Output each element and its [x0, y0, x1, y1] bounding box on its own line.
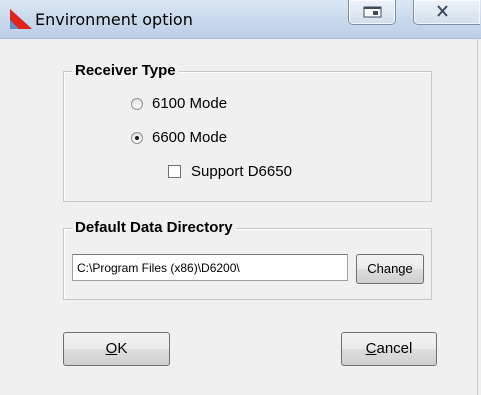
- radio-6100-mode[interactable]: 6100 Mode: [131, 95, 227, 112]
- ok-label-rest: K: [117, 340, 128, 357]
- radio-6100-label: 6100 Mode: [152, 95, 228, 112]
- radio-6600-label: 6600 Mode: [152, 129, 228, 146]
- app-red-triangle-icon: [10, 9, 32, 29]
- restore-icon: [363, 6, 382, 18]
- radio-6600-indicator[interactable]: [131, 131, 143, 144]
- support-d6650-checkbox-row[interactable]: Support D6650: [168, 163, 292, 180]
- data-directory-path-input[interactable]: [72, 254, 348, 281]
- support-d6650-label: Support D6650: [191, 163, 292, 180]
- radio-6600-mode[interactable]: 6600 Mode: [131, 129, 227, 146]
- support-d6650-checkbox[interactable]: [168, 165, 181, 178]
- close-button[interactable]: [413, 0, 480, 25]
- restore-button[interactable]: [348, 0, 396, 25]
- window-title: Environment option: [35, 10, 193, 29]
- change-button[interactable]: Change: [356, 254, 424, 284]
- receiver-type-group: Receiver Type: [63, 62, 432, 202]
- cancel-button[interactable]: Cancel: [341, 332, 437, 366]
- ok-mnemonic: O: [105, 340, 118, 357]
- cancel-label-rest: ancel: [376, 340, 413, 357]
- receiver-type-legend: Receiver Type: [72, 62, 179, 79]
- radio-6100-indicator[interactable]: [131, 97, 143, 110]
- window-right-edge: [477, 38, 478, 395]
- environment-option-dialog: Environment option Receiver Type 6100 Mo…: [0, 0, 481, 395]
- ok-button[interactable]: OK: [63, 332, 170, 366]
- title-bar[interactable]: Environment option: [0, 0, 481, 39]
- default-data-directory-legend: Default Data Directory: [72, 219, 236, 236]
- cancel-mnemonic: C: [365, 340, 377, 357]
- close-icon: [437, 5, 448, 17]
